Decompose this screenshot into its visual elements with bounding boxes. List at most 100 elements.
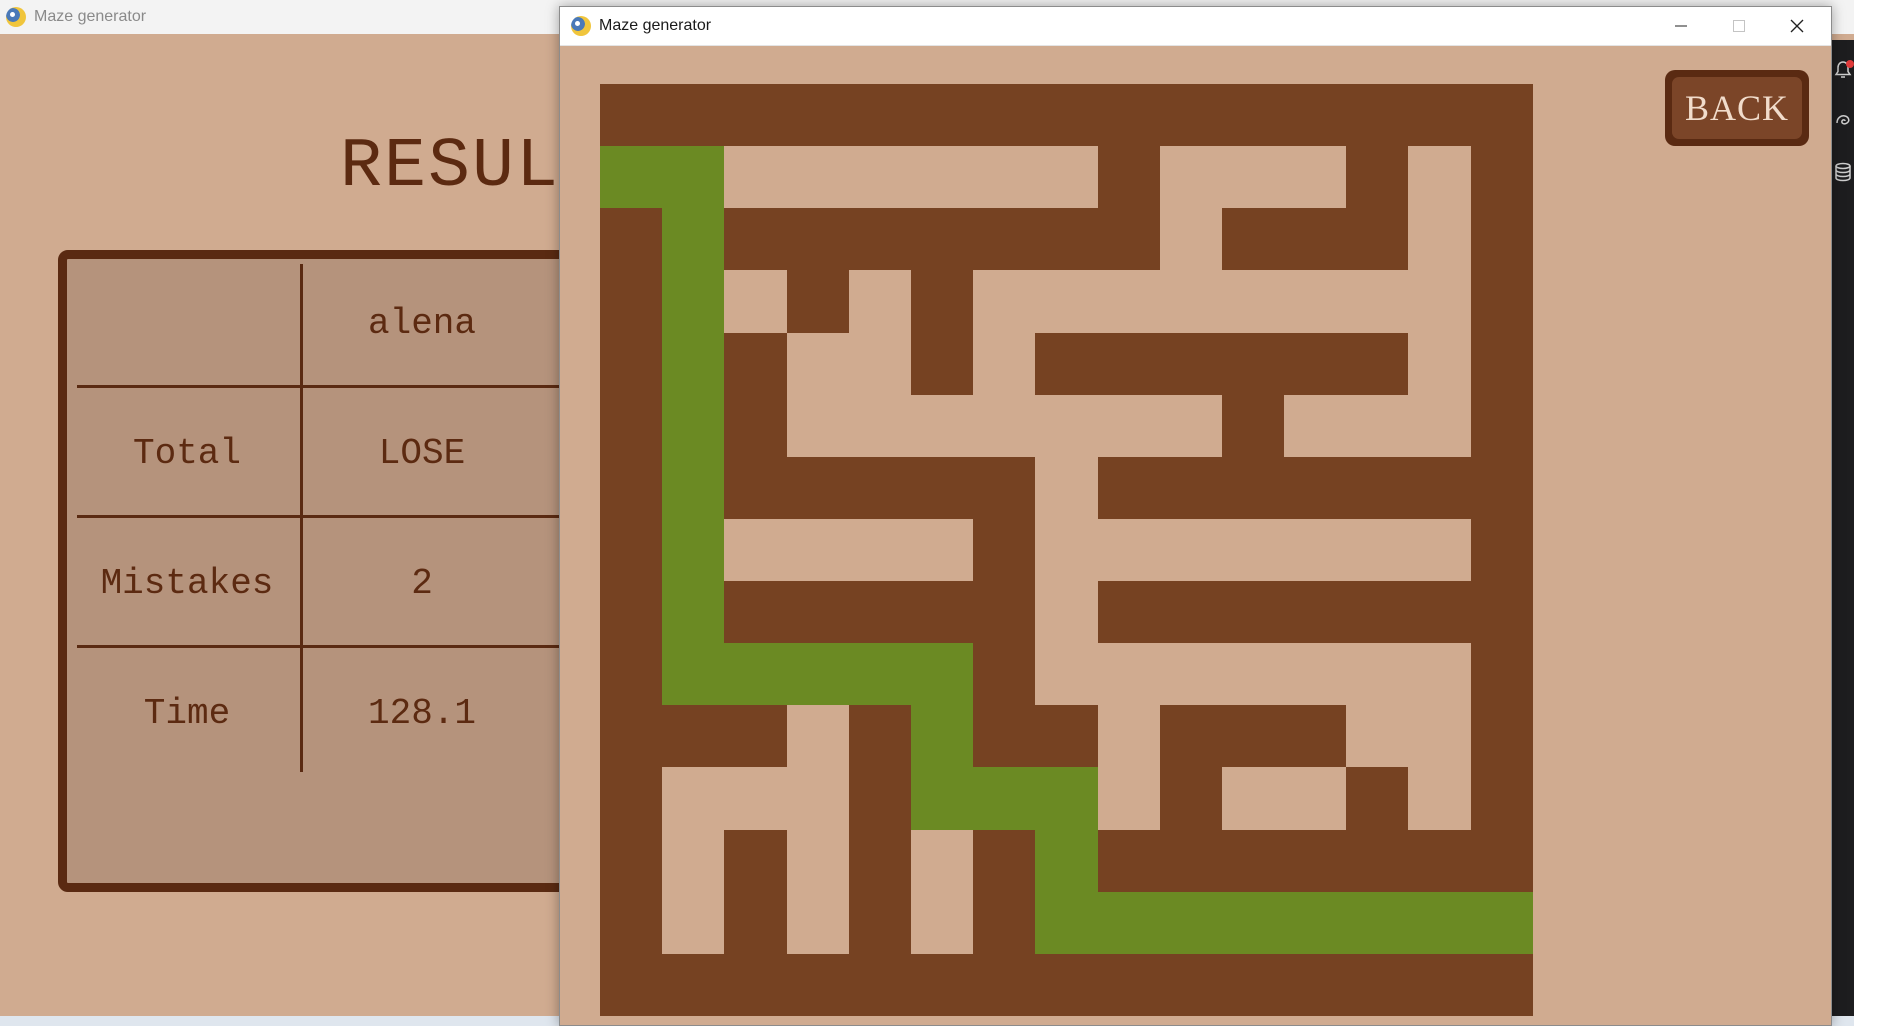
maze-path-cell	[848, 394, 911, 457]
maze-path-cell	[1097, 518, 1160, 581]
results-window-title: Maze generator	[34, 8, 147, 25]
maze-wall-cell	[1470, 581, 1533, 644]
maze-wall-cell	[1284, 581, 1347, 644]
maze-path-cell	[910, 518, 974, 581]
maze-wall-cell	[1284, 705, 1347, 768]
maze-wall-cell	[1346, 456, 1409, 519]
maze-wall-cell	[1408, 456, 1471, 519]
maze-wall-cell	[1346, 581, 1409, 644]
maze-wall-cell	[1035, 84, 1098, 147]
maze-path-cell	[848, 518, 911, 581]
maximize-icon[interactable]	[1710, 7, 1768, 45]
maze-solution-cell	[662, 581, 725, 644]
maze-wall-cell	[910, 332, 974, 395]
maze-wall-cell	[1470, 829, 1533, 892]
maze-path-cell	[786, 332, 849, 395]
maze-solution-cell	[1159, 891, 1222, 954]
maze-path-cell	[662, 891, 725, 954]
maze-titlebar: Maze generator	[560, 7, 1831, 46]
spiral-icon[interactable]	[1832, 111, 1854, 134]
maze-path-cell	[786, 146, 849, 209]
maze-solution-cell	[786, 643, 849, 706]
maze-wall-cell	[600, 953, 663, 1016]
total-value-cell: LOSE	[378, 433, 466, 474]
maze-path-cell	[1284, 394, 1347, 457]
maze-path-cell	[1408, 208, 1471, 271]
maze-wall-cell	[1221, 208, 1285, 271]
python-app-icon	[571, 16, 591, 36]
close-icon[interactable]	[1768, 7, 1826, 45]
maze-path-cell	[1284, 518, 1347, 581]
maze-window: Maze generator BACK	[559, 6, 1832, 1026]
maze-path-cell	[786, 891, 849, 954]
maze-wall-cell	[1159, 829, 1222, 892]
maze-wall-cell	[1470, 84, 1533, 147]
notification-dot	[1846, 60, 1854, 68]
maze-wall-cell	[1408, 84, 1471, 147]
maze-wall-cell	[1470, 705, 1533, 768]
maze-path-cell	[1284, 270, 1347, 333]
maze-wall-cell	[910, 456, 974, 519]
maze-solution-cell	[662, 332, 725, 395]
screen-edge	[1854, 0, 1886, 1026]
maze-wall-cell	[1470, 643, 1533, 706]
maze-wall-cell	[1470, 146, 1533, 209]
maze-path-cell	[973, 332, 1036, 395]
maze-wall-cell	[910, 270, 974, 333]
maze-path-cell	[1035, 643, 1098, 706]
maze-wall-cell	[1035, 705, 1098, 768]
maze-solution-cell	[910, 643, 974, 706]
maze-path-cell	[724, 518, 787, 581]
maze-wall-cell	[600, 891, 663, 954]
python-app-icon	[6, 7, 26, 27]
maze-solution-cell	[1408, 891, 1471, 954]
maze-wall-cell	[786, 456, 849, 519]
maze-path-cell	[1159, 394, 1222, 457]
maze-wall-cell	[1159, 84, 1222, 147]
maze-wall-cell	[1346, 829, 1409, 892]
maze-wall-cell	[600, 829, 663, 892]
maze-path-cell	[973, 394, 1036, 457]
maze-wall-cell	[1097, 84, 1160, 147]
maze-path-cell	[1346, 643, 1409, 706]
database-icon[interactable]	[1832, 162, 1854, 187]
maze-path-cell	[1408, 705, 1471, 768]
maze-wall-cell	[1408, 581, 1471, 644]
maze-wall-cell	[1470, 270, 1533, 333]
maze-path-cell	[786, 705, 849, 768]
maze-wall-cell	[1097, 829, 1160, 892]
maze-wall-cell	[1470, 208, 1533, 271]
maze-wall-cell	[600, 394, 663, 457]
maze-solution-cell	[662, 456, 725, 519]
maze-path-cell	[662, 767, 725, 830]
maze-wall-cell	[1035, 953, 1098, 1016]
maze-wall-cell	[724, 332, 787, 395]
maze-path-cell	[786, 518, 849, 581]
maze-wall-cell	[1221, 829, 1285, 892]
maze-wall-cell	[1470, 332, 1533, 395]
maze-wall-cell	[910, 953, 974, 1016]
maze-path-cell	[1097, 270, 1160, 333]
maze-wall-cell	[1284, 953, 1347, 1016]
maze-wall-cell	[1097, 581, 1160, 644]
maze-wall-cell	[973, 891, 1036, 954]
maze-wall-cell	[1221, 394, 1285, 457]
maze-path-cell	[1346, 705, 1409, 768]
maze-wall-cell	[724, 953, 787, 1016]
maze-wall-cell	[910, 581, 974, 644]
minimize-icon[interactable]	[1652, 7, 1710, 45]
maze-path-cell	[1221, 643, 1285, 706]
back-button[interactable]: BACK	[1665, 70, 1809, 146]
maze-path-cell	[1346, 518, 1409, 581]
maze-wall-cell	[786, 84, 849, 147]
maze-wall-cell	[973, 953, 1036, 1016]
maze-wall-cell	[1097, 456, 1160, 519]
maze-solution-cell	[973, 767, 1036, 830]
maze-solution-cell	[724, 643, 787, 706]
maze-wall-cell	[1097, 953, 1160, 1016]
maze-wall-cell	[973, 581, 1036, 644]
maze-wall-cell	[1470, 953, 1533, 1016]
maze-wall-cell	[973, 518, 1036, 581]
maze-wall-cell	[848, 767, 911, 830]
maze-wall-cell	[724, 705, 787, 768]
